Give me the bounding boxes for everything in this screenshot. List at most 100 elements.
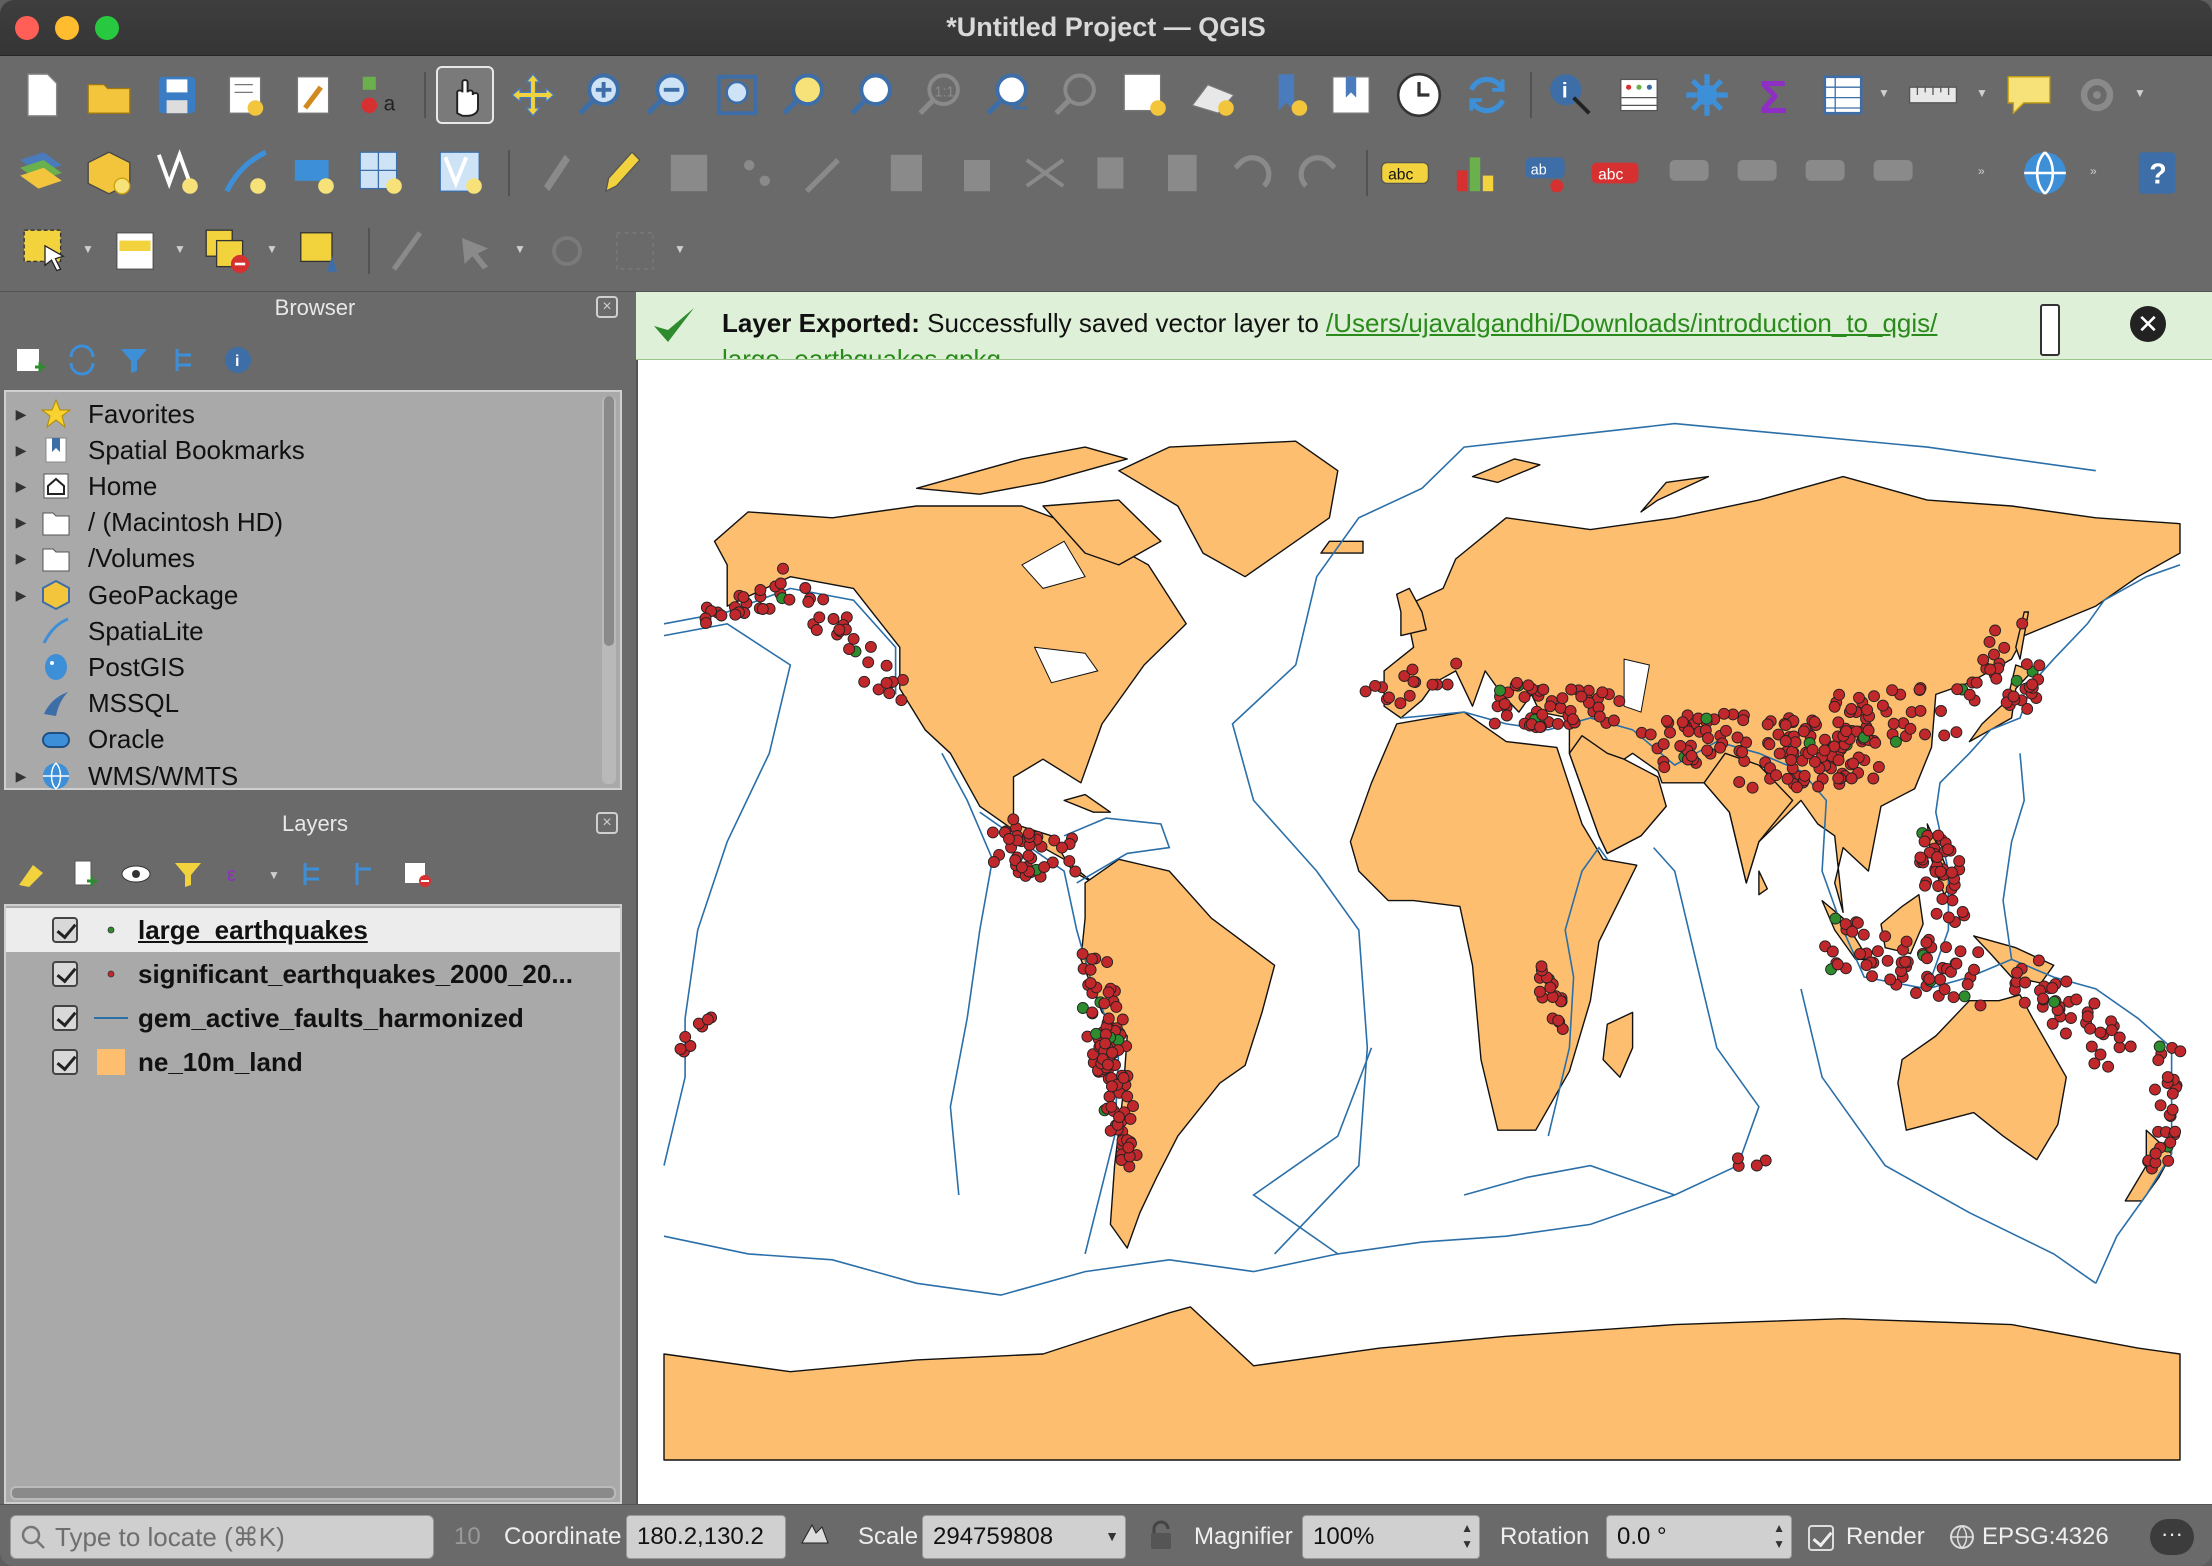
layer-visibility-checkbox[interactable]: [52, 1049, 78, 1075]
new-spatial-bookmark-icon[interactable]: [1260, 66, 1318, 124]
layer-visibility-checkbox[interactable]: [52, 917, 78, 943]
data-source-manager-icon[interactable]: [12, 144, 70, 202]
plugin-dropdown[interactable]: ▼: [2134, 86, 2148, 100]
remove-layer-icon[interactable]: [398, 854, 438, 894]
manage-map-themes-icon[interactable]: [116, 854, 156, 894]
zoom-out-icon[interactable]: [640, 66, 698, 124]
add-layer-icon[interactable]: [10, 340, 50, 380]
new-map-view-icon[interactable]: [1116, 66, 1174, 124]
layers-horizontal-scrollbar[interactable]: [10, 1486, 616, 1500]
open-attribute-table-icon[interactable]: [1610, 66, 1668, 124]
message-close-button[interactable]: ✕: [2130, 306, 2166, 342]
browser-item-geopackage[interactable]: ▶ GeoPackage: [6, 577, 596, 613]
magnifier-field[interactable]: 100% ▲ ▼: [1302, 1515, 1480, 1559]
filter-browser-icon[interactable]: [114, 340, 154, 380]
properties-icon[interactable]: i: [218, 340, 258, 380]
browser-close-button[interactable]: ×: [596, 296, 618, 318]
temporal-controller-icon[interactable]: [1390, 66, 1448, 124]
message-log-icon[interactable]: ···: [2150, 1519, 2194, 1555]
show-spatial-bookmarks-icon[interactable]: [1322, 66, 1380, 124]
toggle-editing-icon[interactable]: [590, 144, 648, 202]
browser-item-spatialite[interactable]: SpatiaLite: [6, 613, 596, 649]
select-features-icon[interactable]: [16, 222, 74, 280]
refresh-icon[interactable]: [1458, 66, 1516, 124]
scale-field[interactable]: 294759808 ▼: [922, 1515, 1126, 1559]
collapse-all-icon[interactable]: [166, 340, 206, 380]
new-mesh-layer-icon[interactable]: [432, 144, 490, 202]
more-tools-chevron[interactable]: »: [1978, 164, 1992, 178]
layers-close-button[interactable]: ×: [596, 812, 618, 834]
new-spatialite-layer-icon[interactable]: [216, 144, 274, 202]
statistical-summary-icon[interactable]: Σ: [1746, 66, 1804, 124]
browser-item-postgis[interactable]: PostGIS: [6, 649, 596, 685]
new-geopackage-layer-icon[interactable]: [80, 144, 138, 202]
new-print-layout-icon[interactable]: [216, 66, 274, 124]
grid-dropdown[interactable]: ▼: [674, 242, 688, 256]
select-by-location-icon[interactable]: [290, 222, 348, 280]
magnifier-spinner-icon[interactable]: ▲ ▼: [1461, 1520, 1473, 1552]
measure-dropdown[interactable]: ▼: [1976, 86, 1990, 100]
filter-by-expression-icon[interactable]: ε: [220, 854, 260, 894]
show-hide-labels-icon[interactable]: abc: [1586, 144, 1644, 202]
message-bar-menu-icon[interactable]: [2040, 304, 2060, 356]
browser-item-favorites[interactable]: ▶ Favorites: [6, 396, 596, 432]
expand-arrow-icon[interactable]: ▶: [6, 406, 36, 423]
crs-label[interactable]: EPSG:4326: [1982, 1523, 2109, 1551]
open-project-icon[interactable]: [80, 66, 138, 124]
layer-row-ne-10m-land[interactable]: ne_10m_land: [6, 1040, 620, 1084]
toggle-extents-icon[interactable]: [798, 1519, 832, 1553]
web-services-icon[interactable]: [2016, 144, 2074, 202]
world-map[interactable]: [638, 360, 2212, 1504]
zoom-full-icon[interactable]: [708, 66, 766, 124]
deselect-dropdown[interactable]: ▼: [266, 242, 280, 256]
expression-dropdown[interactable]: ▼: [268, 868, 282, 882]
identify-features-icon[interactable]: i: [1542, 66, 1600, 124]
rotation-spinner-icon[interactable]: ▲ ▼: [1773, 1520, 1785, 1552]
browser-item-wms-wmts[interactable]: ▶ WMS/WMTS: [6, 758, 596, 794]
zoom-in-icon[interactable]: [572, 66, 630, 124]
layer-row-gem-active-faults-harmonized[interactable]: gem_active_faults_harmonized: [6, 996, 620, 1040]
browser-item-mssql[interactable]: MSSQL: [6, 686, 596, 722]
expand-arrow-icon[interactable]: ▶: [6, 442, 36, 459]
layer-visibility-checkbox[interactable]: [52, 1005, 78, 1031]
layer-labeling-options-icon[interactable]: abc: [1376, 144, 1434, 202]
locator-input[interactable]: [55, 1521, 425, 1553]
measure-line-icon[interactable]: [1904, 66, 1962, 124]
layer-row-large-earthquakes[interactable]: large_earthquakes: [6, 908, 620, 952]
message-file-link-continued[interactable]: large_earthquakes.gpkg: [722, 344, 1001, 359]
layout-manager-icon[interactable]: [284, 66, 342, 124]
render-checkbox[interactable]: [1808, 1525, 1834, 1551]
disabled-dropdown[interactable]: ▼: [514, 242, 528, 256]
expand-all-icon[interactable]: [294, 854, 334, 894]
coordinate-field[interactable]: 180.2,130.2: [626, 1515, 786, 1559]
map-canvas[interactable]: [636, 360, 2212, 1504]
pan-map-icon[interactable]: [436, 66, 494, 124]
new-temporary-layer-icon[interactable]: [284, 144, 342, 202]
select-by-attribute-icon[interactable]: [106, 222, 164, 280]
browser-item-spatial-bookmarks[interactable]: ▶ Spatial Bookmarks: [6, 432, 596, 468]
filter-legend-icon[interactable]: [168, 854, 208, 894]
add-group-icon[interactable]: [64, 854, 104, 894]
select-attribute-dropdown[interactable]: ▼: [174, 242, 188, 256]
help-icon[interactable]: ?: [2128, 144, 2186, 202]
zoom-to-selection-icon[interactable]: [776, 66, 834, 124]
scale-dropdown-icon[interactable]: ▼: [1105, 1528, 1119, 1544]
message-file-link[interactable]: /Users/ujavalgandhi/Downloads/introducti…: [1326, 308, 1937, 338]
layer-visibility-checkbox[interactable]: [52, 961, 78, 987]
zoom-last-icon[interactable]: [980, 66, 1038, 124]
browser-item-oracle[interactable]: Oracle: [6, 722, 596, 758]
toolbox-icon[interactable]: [1678, 66, 1736, 124]
attribute-table-icon[interactable]: [1814, 66, 1872, 124]
expand-arrow-icon[interactable]: ▶: [6, 514, 36, 531]
pan-to-selection-icon[interactable]: [504, 66, 562, 124]
browser-item-macintosh-hd[interactable]: ▶ / (Macintosh HD): [6, 505, 596, 541]
browser-item-home[interactable]: ▶ Home: [6, 468, 596, 504]
deselect-all-icon[interactable]: [198, 222, 256, 280]
expand-arrow-icon[interactable]: ▶: [6, 587, 36, 604]
browser-item-volumes[interactable]: ▶ /Volumes: [6, 541, 596, 577]
attribute-table-dropdown[interactable]: ▼: [1878, 86, 1892, 100]
rotation-field[interactable]: 0.0 ° ▲ ▼: [1606, 1515, 1792, 1559]
browser-scrollbar[interactable]: [602, 396, 616, 784]
style-manager-icon[interactable]: a: [352, 66, 410, 124]
new-shapefile-layer-icon[interactable]: [148, 144, 206, 202]
